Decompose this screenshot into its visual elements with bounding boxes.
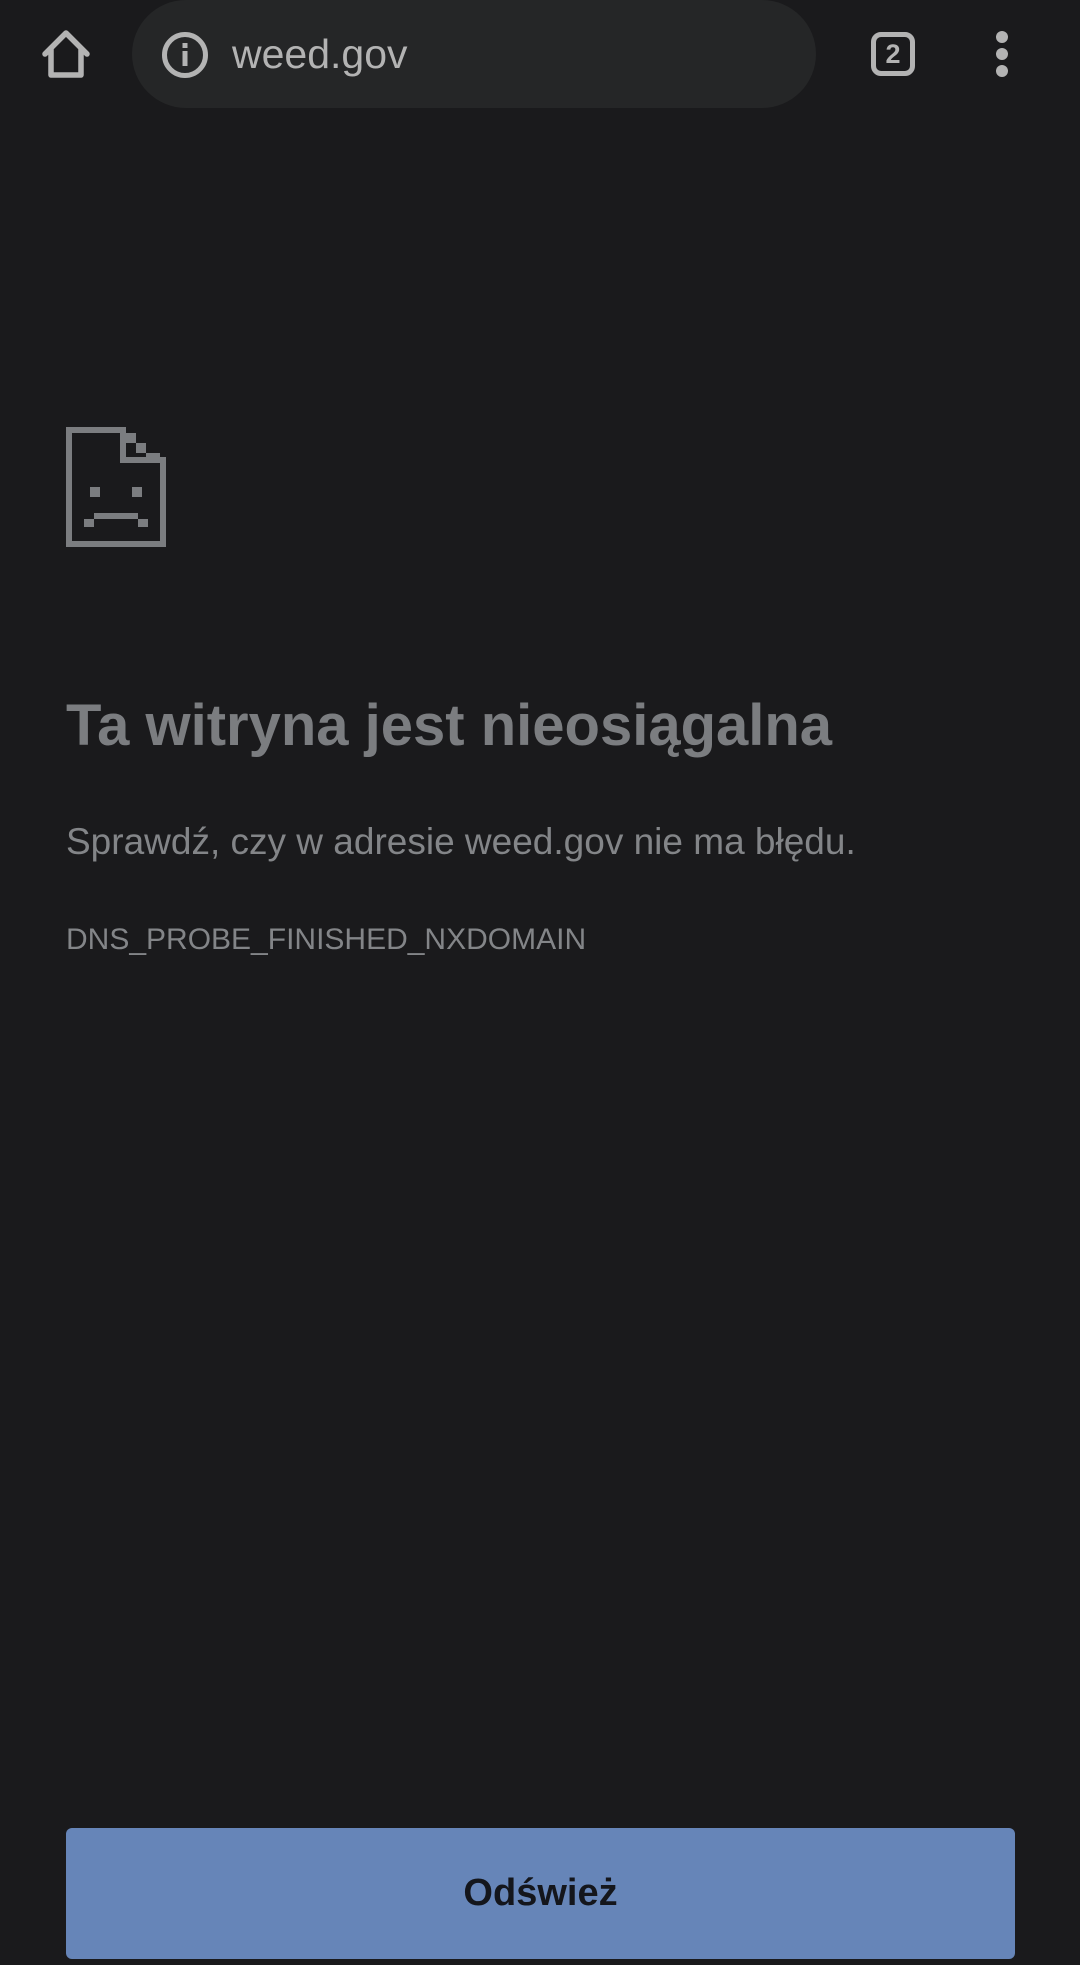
error-suggestion: Sprawdź, czy w adresie weed.gov nie ma b… — [66, 821, 856, 862]
more-vert-icon — [996, 31, 1008, 77]
browser-toolbar: weed.gov 2 — [0, 0, 1080, 108]
info-icon[interactable] — [160, 30, 210, 80]
sad-page-icon — [66, 427, 166, 547]
url-text: weed.gov — [232, 31, 408, 77]
menu-button[interactable] — [980, 26, 1024, 82]
reload-button[interactable]: Odśwież — [66, 1828, 1015, 1959]
error-headline: Ta witryna jest nieosiągalna — [66, 693, 833, 758]
tab-switcher-button[interactable]: 2 — [865, 26, 921, 82]
tab-count-badge: 2 — [871, 32, 915, 76]
omnibox[interactable]: weed.gov — [132, 0, 816, 108]
error-code: DNS_PROBE_FINISHED_NXDOMAIN — [66, 923, 587, 956]
home-button[interactable] — [36, 24, 96, 84]
home-icon — [42, 30, 90, 78]
